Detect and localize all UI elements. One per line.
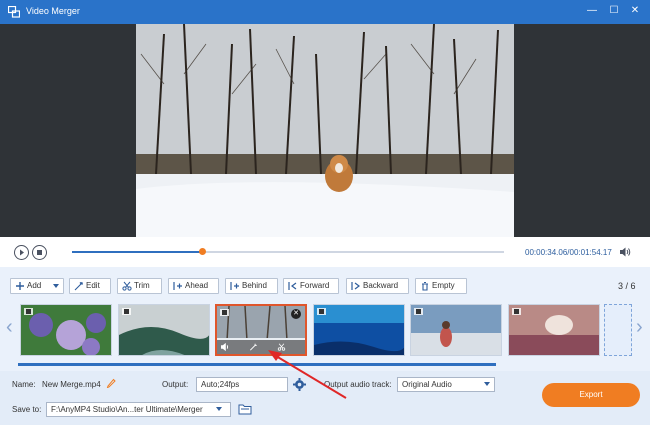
gear-icon[interactable] (293, 378, 306, 391)
forward-label: Forward (300, 281, 330, 290)
insert-behind-icon (230, 282, 239, 290)
behind-label: Behind (242, 281, 267, 290)
film-icon (317, 308, 326, 315)
page-indicator: 3 / 6 (618, 281, 636, 291)
film-icon (414, 308, 423, 315)
clip-thumbnail[interactable] (20, 304, 112, 356)
window-title: Video Merger (26, 6, 80, 16)
plus-icon (16, 282, 24, 290)
edit-button[interactable]: Edit (69, 278, 111, 294)
export-button[interactable]: Export (542, 383, 640, 407)
audio-icon[interactable] (221, 343, 230, 351)
volume-icon[interactable] (619, 246, 631, 258)
title-bar: Video Merger — ☐ ✕ (0, 0, 650, 24)
film-icon (220, 309, 229, 316)
folder-icon[interactable] (238, 403, 252, 415)
chevron-down-icon (53, 284, 59, 288)
video-preview-area (0, 24, 650, 237)
scissors-icon[interactable] (277, 343, 286, 351)
scissors-icon (122, 281, 132, 291)
clip-thumbnail[interactable] (508, 304, 600, 356)
play-button[interactable] (14, 245, 29, 260)
clip-thumbnail-selected[interactable]: ✕ (215, 304, 307, 356)
output-label: Output: (162, 380, 189, 389)
stop-button[interactable] (32, 245, 47, 260)
file-name-value: New Merge.mp4 (42, 380, 101, 389)
playback-progress (72, 251, 202, 253)
time-readout: 00:00:34.06/00:01:54.17 (525, 248, 612, 257)
insert-ahead-icon (173, 282, 182, 290)
playback-bar: 00:00:34.06/00:01:54.17 (0, 237, 650, 267)
timeline-scrollbar[interactable] (18, 363, 496, 366)
film-icon (122, 308, 131, 315)
stop-icon (37, 250, 42, 255)
playback-slider[interactable] (72, 248, 504, 255)
ahead-button[interactable]: Ahead (168, 278, 219, 294)
output-settings-panel: Name: New Merge.mp4 Output: Auto;24fps O… (0, 371, 650, 425)
audio-track-label: Output audio track: (324, 380, 392, 389)
app-logo-icon (8, 6, 20, 18)
time-current: 00:00:34.06 (525, 248, 568, 257)
backward-button[interactable]: Backward (346, 278, 409, 294)
video-frame[interactable] (136, 24, 514, 237)
film-icon (512, 308, 521, 315)
chevron-down-icon (484, 382, 490, 386)
effect-wand-icon[interactable] (249, 343, 258, 351)
trim-label: Trim (134, 281, 150, 290)
save-to-label: Save to: (12, 405, 42, 414)
film-icon (24, 308, 33, 315)
save-path-field[interactable]: F:\AnyMP4 Studio\An...ter Ultimate\Merge… (46, 402, 231, 417)
empty-button[interactable]: Empty (415, 278, 467, 294)
time-total: 00:01:54.17 (569, 248, 612, 257)
ahead-label: Ahead (185, 281, 209, 290)
chevron-down-icon (216, 407, 222, 411)
output-format-value: Auto;24fps (201, 380, 240, 389)
add-button[interactable]: Add (10, 278, 64, 294)
clip-editor: Add Edit Trim Ahead Behind Forward Backw… (0, 267, 650, 371)
edit-label: Edit (86, 281, 100, 290)
maximize-icon[interactable]: ☐ (606, 3, 622, 19)
save-path-value: F:\AnyMP4 Studio\An...ter Ultimate\Merge… (51, 405, 203, 414)
close-icon[interactable]: ✕ (627, 3, 643, 19)
backward-label: Backward (363, 281, 399, 290)
forward-button[interactable]: Forward (283, 278, 339, 294)
add-clip-placeholder[interactable] (604, 304, 632, 356)
behind-button[interactable]: Behind (225, 278, 278, 294)
move-forward-icon (288, 282, 297, 290)
minimize-icon[interactable]: — (584, 3, 600, 19)
remove-clip-icon[interactable]: ✕ (291, 309, 301, 319)
clip-tools-bar (217, 340, 305, 354)
clip-thumbnail[interactable] (410, 304, 502, 356)
trim-button[interactable]: Trim (117, 278, 162, 294)
scroll-left-arrow[interactable]: ‹ (6, 316, 13, 339)
pencil-icon[interactable] (106, 378, 116, 388)
playback-thumb[interactable] (198, 248, 206, 255)
scroll-right-arrow[interactable]: › (636, 316, 643, 339)
name-label: Name: (12, 380, 36, 389)
move-backward-icon (351, 282, 360, 290)
empty-label: Empty (432, 281, 455, 290)
trash-icon (422, 281, 428, 291)
clip-thumbnail[interactable] (313, 304, 405, 356)
save-path-dropdown[interactable] (206, 402, 231, 417)
magic-wand-icon (74, 282, 83, 291)
clip-thumbnail[interactable] (118, 304, 210, 356)
audio-track-dropdown[interactable]: Original Audio (397, 377, 495, 392)
output-format-field[interactable]: Auto;24fps (196, 377, 288, 392)
audio-track-value: Original Audio (402, 380, 452, 389)
add-label: Add (27, 281, 42, 290)
play-icon (20, 249, 24, 256)
